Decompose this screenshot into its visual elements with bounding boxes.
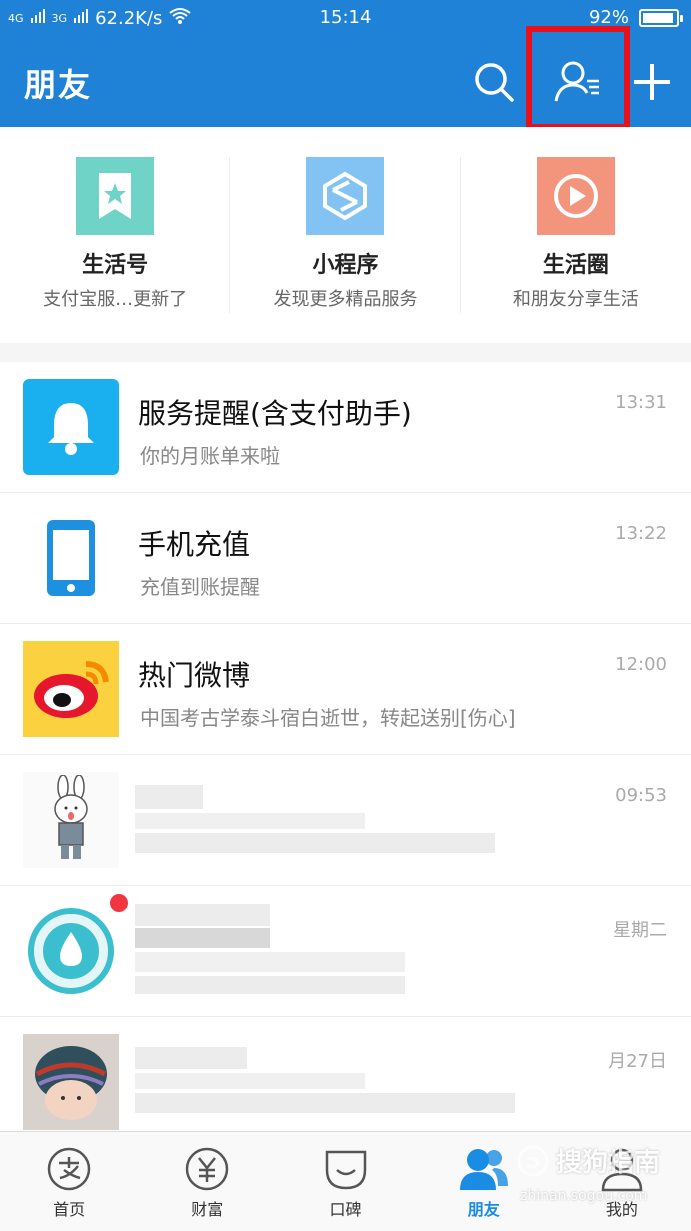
blurred-line bbox=[135, 1073, 365, 1089]
entry-mini-program[interactable]: 小程序 发现更多精品服务 bbox=[230, 127, 461, 343]
bell-icon bbox=[23, 379, 119, 475]
list-item[interactable]: 星期二 bbox=[0, 886, 691, 1017]
watermark-text: 搜狗指南 bbox=[556, 1148, 661, 1178]
sogou-logo-icon bbox=[517, 1145, 549, 1176]
list-item[interactable]: 服务提醒(含支付助手) 你的月账单来啦 13:31 bbox=[0, 362, 691, 493]
plus-icon bbox=[634, 64, 670, 100]
tab-wealth[interactable]: 财富 bbox=[138, 1132, 276, 1231]
entry-name: 小程序 bbox=[312, 253, 379, 278]
item-title: 服务提醒(含支付助手) bbox=[138, 397, 412, 430]
list-item[interactable]: 09:53 bbox=[0, 755, 691, 886]
blurred-name bbox=[135, 1047, 247, 1069]
add-button[interactable] bbox=[626, 56, 678, 108]
mini-program-icon bbox=[306, 157, 385, 235]
entry-desc: 发现更多精品服务 bbox=[273, 289, 418, 310]
battery-icon bbox=[639, 8, 683, 27]
battery-percent: 92% bbox=[588, 7, 629, 28]
blurred-message bbox=[135, 952, 405, 972]
item-message: 充值到账提醒 bbox=[140, 575, 260, 599]
blurred-message-2 bbox=[135, 976, 405, 994]
blurred-name bbox=[135, 904, 270, 926]
watermark: 搜狗指南 bbox=[516, 1142, 660, 1179]
tab-label: 口碑 bbox=[329, 1200, 362, 1219]
conversation-list: 服务提醒(含支付助手) 你的月账单来啦 13:31 手机充值 充值到账提醒 13… bbox=[0, 362, 691, 1132]
unread-dot bbox=[110, 894, 128, 912]
play-circle-icon bbox=[536, 157, 615, 235]
entry-desc: 和朋友分享生活 bbox=[512, 289, 639, 310]
list-item[interactable]: 热门微博 中国考古学泰斗宿白逝世，转起送别[伤心] 12:00 bbox=[0, 624, 691, 755]
item-time: 星期二 bbox=[613, 920, 667, 941]
item-time: 月27日 bbox=[608, 1051, 667, 1072]
koubei-icon bbox=[276, 1146, 414, 1192]
clock: 15:14 bbox=[319, 7, 372, 28]
quick-entries: 生活号 支付宝服…更新了 小程序 发现更多精品服务 生活圈 和朋友分享生活 bbox=[0, 127, 691, 343]
blurred-message bbox=[135, 1093, 515, 1113]
highlight-box bbox=[526, 26, 630, 130]
search-icon bbox=[475, 63, 514, 102]
tab-koubei[interactable]: 口碑 bbox=[276, 1132, 414, 1231]
item-time: 13:31 bbox=[615, 392, 667, 413]
bookmark-star-icon bbox=[76, 157, 155, 235]
phone-icon bbox=[23, 510, 119, 606]
home-alipay-icon bbox=[0, 1146, 138, 1192]
wealth-yuan-icon bbox=[138, 1146, 276, 1192]
drop-avatar bbox=[23, 903, 119, 999]
entry-life-circle[interactable]: 生活圈 和朋友分享生活 bbox=[461, 127, 691, 343]
rabbit-avatar bbox=[23, 772, 119, 868]
blurred-message bbox=[135, 833, 495, 853]
tab-label: 首页 bbox=[53, 1200, 86, 1219]
entry-name: 生活号 bbox=[82, 253, 149, 278]
header: 朋友 bbox=[0, 26, 691, 130]
item-time: 13:22 bbox=[615, 523, 667, 544]
entry-desc: 支付宝服…更新了 bbox=[43, 289, 188, 310]
tab-label: 财富 bbox=[191, 1200, 224, 1219]
top-bar: 4G 3G 62.2K/s 15:14 92% 朋友 bbox=[0, 0, 691, 130]
item-message: 你的月账单来啦 bbox=[140, 444, 280, 468]
blurred-line bbox=[135, 928, 270, 948]
item-time: 09:53 bbox=[615, 785, 667, 806]
blurred-line bbox=[135, 813, 365, 829]
item-time: 12:00 bbox=[615, 654, 667, 675]
weibo-icon bbox=[23, 641, 119, 737]
blurred-name bbox=[135, 785, 203, 809]
item-title: 手机充值 bbox=[138, 528, 251, 561]
entry-life-account[interactable]: 生活号 支付宝服…更新了 bbox=[0, 127, 231, 343]
watermark-url: zhinan.sogou.com bbox=[520, 1188, 648, 1204]
tab-home[interactable]: 首页 bbox=[0, 1132, 138, 1231]
item-title: 热门微博 bbox=[138, 659, 251, 692]
page-title: 朋友 bbox=[24, 66, 93, 104]
baby-avatar bbox=[23, 1034, 119, 1130]
entry-name: 生活圈 bbox=[542, 253, 609, 278]
list-item[interactable]: 月27日 bbox=[0, 1017, 691, 1148]
search-button[interactable] bbox=[468, 56, 520, 108]
item-message: 中国考古学泰斗宿白逝世，转起送别[伤心] bbox=[140, 706, 516, 730]
list-item[interactable]: 手机充值 充值到账提醒 13:22 bbox=[0, 493, 691, 624]
